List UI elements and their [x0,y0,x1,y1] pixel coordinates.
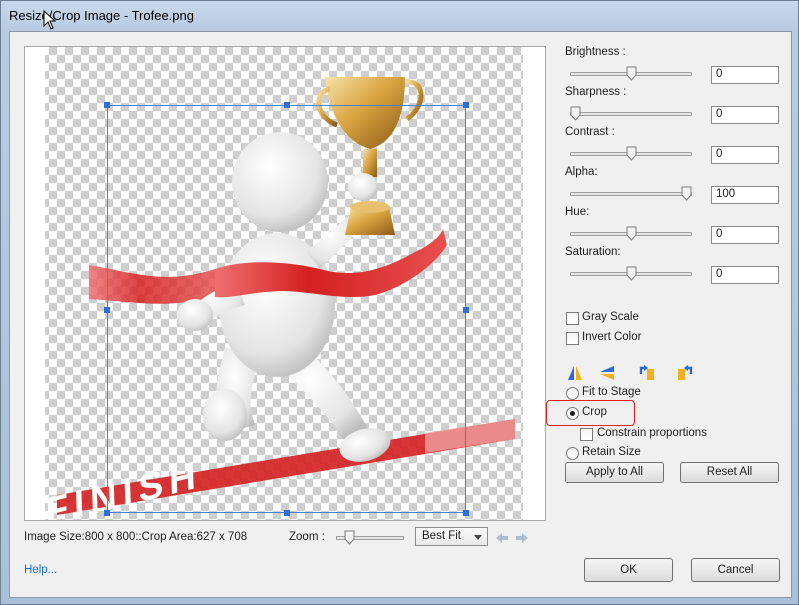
image-canvas[interactable]: FINISH [24,46,546,521]
crop-handle-se[interactable] [463,510,469,516]
zoom-slider-thumb[interactable] [344,530,355,545]
contrast-slider-thumb[interactable] [626,146,637,161]
zoom-select[interactable]: Best Fit [415,527,488,546]
alpha-value-input[interactable]: 100 [711,186,779,204]
rotate-left-icon[interactable] [638,364,656,382]
flip-vertical-icon[interactable] [598,364,616,382]
constrain-proportions-label: Constrain proportions [597,427,707,439]
crop-handle-n[interactable] [284,102,290,108]
contrast-label: Contrast : [565,126,615,138]
chevron-down-icon [474,535,482,540]
zoom-slider[interactable] [336,530,404,545]
crop-handle-s[interactable] [284,510,290,516]
crop-radio[interactable] [566,407,579,420]
constrain-proportions-checkbox[interactable] [580,428,593,441]
flip-horizontal-icon[interactable] [566,364,584,382]
saturation-value-input[interactable]: 0 [711,266,779,284]
saturation-slider-thumb[interactable] [626,266,637,281]
crop-label: Crop [582,406,607,418]
hue-slider[interactable] [570,226,692,241]
invert-color-label: Invert Color [582,331,642,343]
contrast-slider[interactable] [570,146,692,161]
mouse-cursor-icon [43,10,57,30]
contrast-value-input[interactable]: 0 [711,146,779,164]
alpha-slider[interactable] [570,186,692,201]
retain-size-label: Retain Size [582,446,641,458]
crop-handle-nw[interactable] [104,102,110,108]
reset-all-button[interactable]: Reset All [680,462,779,483]
dialog-window: Resize/Crop Image - Trofee.png FINISH Br… [0,0,799,605]
sharpness-slider-thumb[interactable] [570,106,581,121]
apply-to-all-button[interactable]: Apply to All [565,462,664,483]
hue-label: Hue: [565,206,590,218]
help-link[interactable]: Help... [24,564,57,576]
cancel-button[interactable]: Cancel [691,558,780,582]
arrow-right-icon[interactable] [515,532,529,544]
alpha-label: Alpha: [565,166,598,178]
alpha-slider-thumb[interactable] [681,186,692,201]
adjustments-panel: Brightness : 0 Sharpness : 0 Contrast : 0 Alph… [546,40,788,483]
retain-size-radio[interactable] [566,447,579,460]
brightness-value-input[interactable]: 0 [711,66,779,84]
crop-handle-e[interactable] [463,307,469,313]
sharpness-slider[interactable] [570,106,692,121]
sharpness-value-input[interactable]: 0 [711,106,779,124]
gray-scale-label: Gray Scale [582,311,639,323]
hue-value-input[interactable]: 0 [711,226,779,244]
sharpness-label: Sharpness : [565,86,627,98]
brightness-label: Brightness : [565,46,626,58]
crop-handle-w[interactable] [104,307,110,313]
dialog-body: FINISH Brightness: 0 Sharpness: 0 Cont… [9,31,792,598]
saturation-slider[interactable] [570,266,692,281]
crop-handle-sw[interactable] [104,510,110,516]
arrow-left-icon[interactable] [495,532,509,544]
brightness-slider-thumb[interactable] [626,66,637,81]
hue-slider-thumb[interactable] [626,226,637,241]
title-bar[interactable]: Resize/Crop Image - Trofee.png [1,1,798,31]
rotate-right-icon[interactable] [676,364,694,382]
image-size-status: Image Size:800 x 800::Crop Area:627 x 70… [24,531,248,543]
crop-selection[interactable] [104,102,469,516]
zoom-select-value: Best Fit [422,530,461,542]
zoom-label: Zoom : [289,531,325,543]
crop-handle-ne[interactable] [463,102,469,108]
fit-to-stage-radio[interactable] [566,387,579,400]
brightness-slider[interactable] [570,66,692,81]
ok-button[interactable]: OK [584,558,673,582]
invert-color-checkbox[interactable] [566,332,579,345]
fit-to-stage-label: Fit to Stage [582,386,641,398]
window-title: Resize/Crop Image - Trofee.png [9,8,194,23]
saturation-label: Saturation: [565,246,621,258]
gray-scale-checkbox[interactable] [566,312,579,325]
